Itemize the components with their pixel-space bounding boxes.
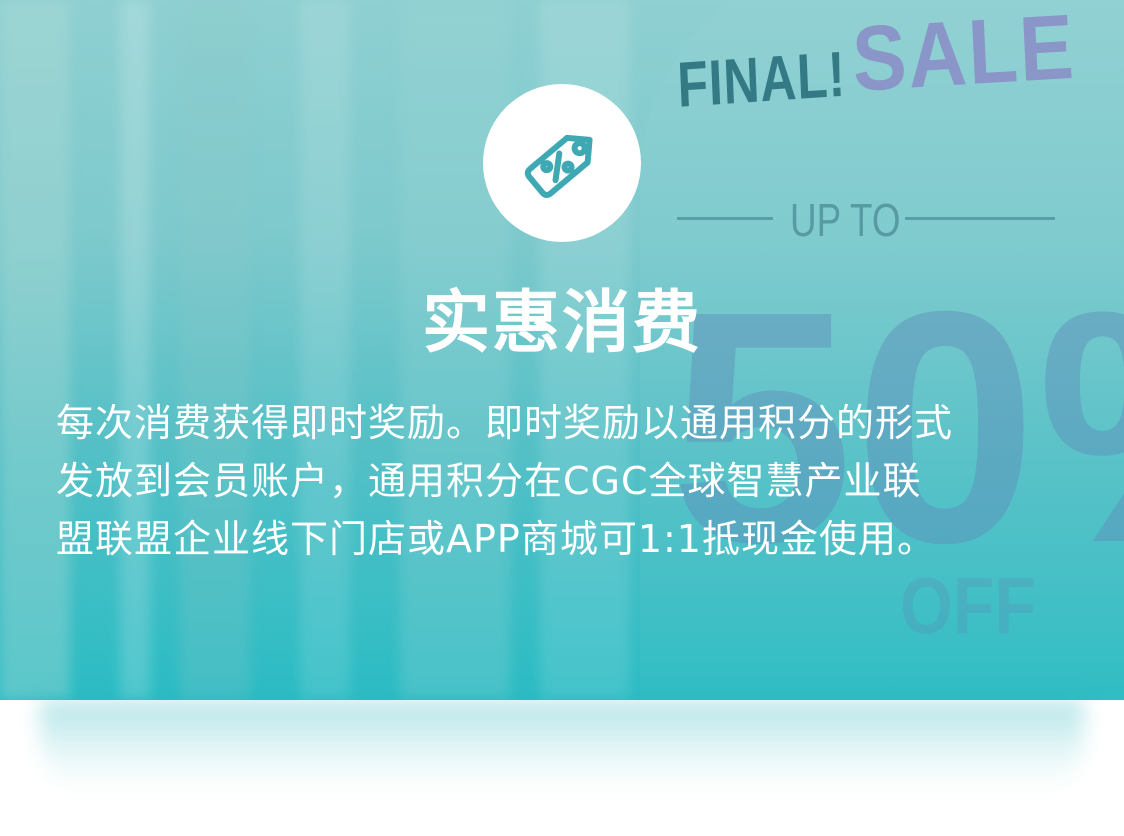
sale-sign-divider <box>905 217 1055 220</box>
sale-sign-sale-text: SALE <box>850 0 1078 111</box>
sale-sign-final-text: FINAL! <box>676 37 848 121</box>
sale-sign-up-to-text: UP TO <box>790 194 901 246</box>
banner-shadow <box>40 700 1084 790</box>
feature-icon-badge <box>483 84 641 242</box>
description-line: 每次消费获得即时奖励。即时奖励以通用积分的形式 <box>56 401 954 445</box>
page: FINAL! SALE UP TO 50% OFF 实惠消费 每次消费获得即时奖… <box>0 0 1124 836</box>
hero-banner: FINAL! SALE UP TO 50% OFF 实惠消费 每次消费获得即时奖… <box>0 0 1124 700</box>
sale-sign-divider <box>677 217 773 220</box>
sale-sign-off-text: OFF <box>900 561 1036 650</box>
section-title: 实惠消费 <box>421 284 702 363</box>
section-description: 每次消费获得即时奖励。即时奖励以通用积分的形式 发放到会员账户，通用积分在CGC… <box>56 394 1076 568</box>
description-line: 盟联盟企业线下门店或APP商城可1:1抵现金使用。 <box>56 517 936 561</box>
description-line: 发放到会员账户，通用积分在CGC全球智慧产业联 <box>56 459 922 503</box>
discount-tag-icon <box>524 134 593 198</box>
